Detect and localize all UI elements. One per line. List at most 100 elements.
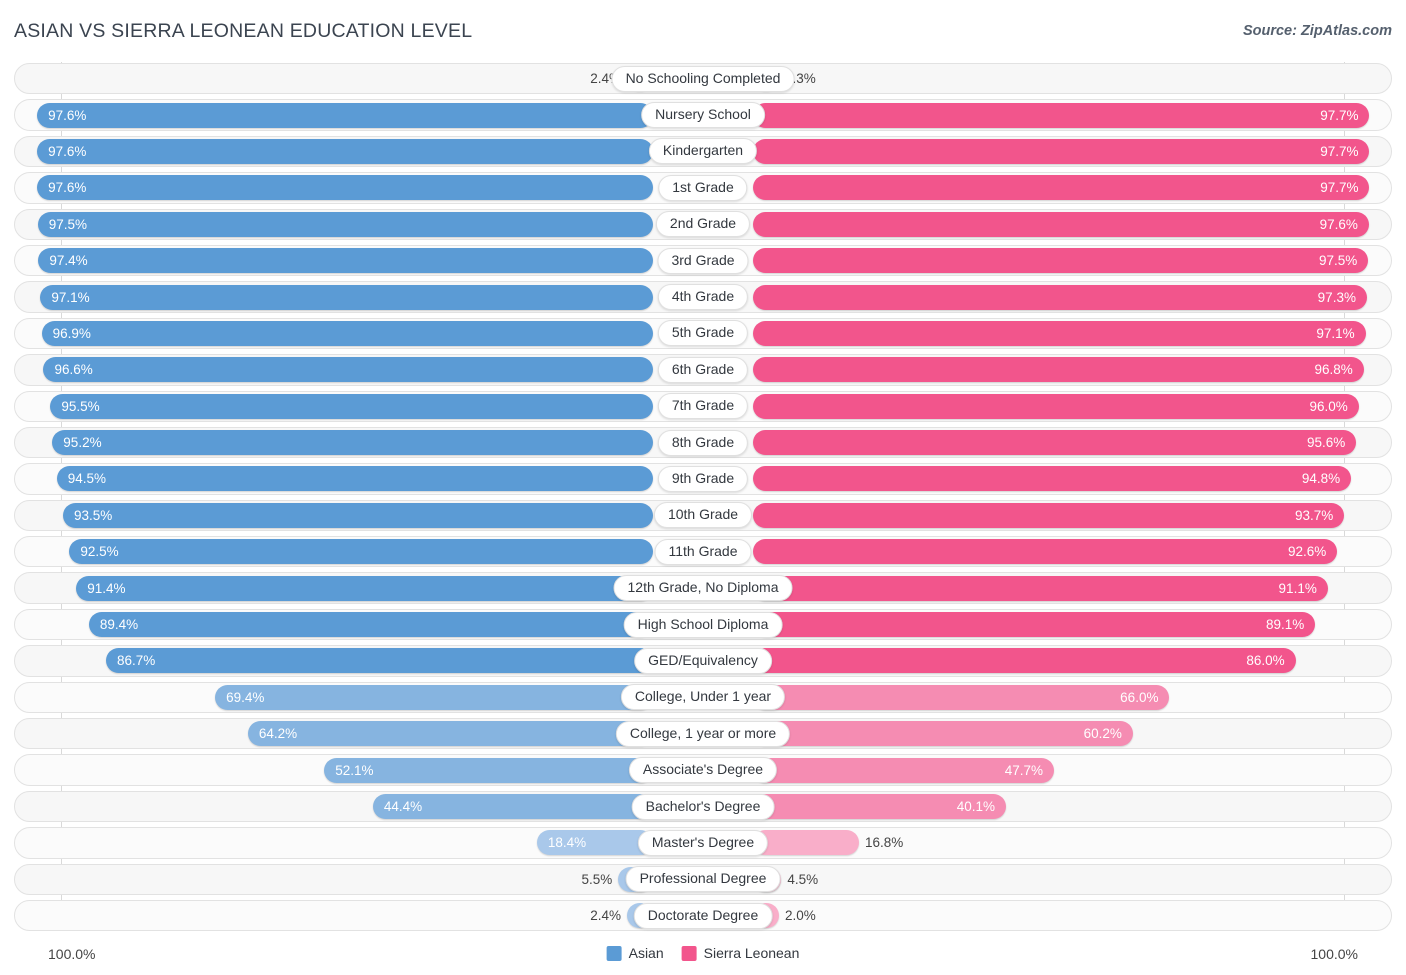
asian-bar[interactable]: 96.9% [41,320,653,346]
sierra-leonean-bar[interactable]: 47.7% [753,757,1054,783]
asian-half: 2.4%2.4% [14,899,703,932]
category-label: College, 1 year or more [615,720,791,747]
category-label: High School Diploma [623,611,783,638]
sierra-leonean-bar[interactable]: 92.6% [753,539,1338,565]
sierra-leonean-bar[interactable]: 94.8% [753,466,1352,492]
sierra-leonean-half: 89.1%89.1% [703,608,1392,641]
asian-bar[interactable]: 97.1% [40,284,653,310]
sierra-leonean-half: 97.7%97.7% [703,171,1392,204]
table-row: 91.4%91.4%91.1%91.1%12th Grade, No Diplo… [14,571,1392,604]
sierra-leonean-half: 92.6%92.6% [703,535,1392,568]
asian-bar[interactable]: 64.2% [247,721,653,747]
sierra-leonean-value-inside: 94.8% [1301,471,1341,487]
sierra-leonean-half: 97.7%97.7% [703,135,1392,168]
asian-half: 97.1%97.1% [14,280,703,313]
category-label: GED/Equivalency [634,647,772,674]
asian-bar[interactable]: 92.5% [69,539,653,565]
sierra-leonean-half: 95.6%95.6% [703,426,1392,459]
asian-bar[interactable]: 97.6% [37,175,653,201]
sierra-leonean-bar[interactable]: 97.5% [753,248,1369,274]
asian-bar[interactable]: 95.5% [50,393,653,419]
category-label: 11th Grade [654,538,752,565]
legend-label: Asian [628,945,664,961]
asian-bar[interactable]: 89.4% [88,612,653,638]
asian-bar[interactable]: 97.5% [37,211,653,237]
asian-value-inside: 91.4% [87,580,126,596]
category-label: Doctorate Degree [633,902,773,929]
asian-value-inside: 97.6% [48,180,87,196]
sierra-leonean-value-inside: 47.7% [1004,762,1043,778]
category-label: 1st Grade [658,174,748,201]
category-label: No Schooling Completed [611,65,795,92]
table-row: 69.4%69.4%66.0%66.0%College, Under 1 yea… [14,681,1392,714]
chart-legend: Asian Sierra Leonean [606,945,799,961]
table-row: 86.7%86.7%86.0%86.0%GED/Equivalency [14,644,1392,677]
sierra-leonean-bar[interactable]: 40.1% [753,794,1007,819]
sierra-leonean-bar[interactable]: 93.7% [753,502,1345,528]
asian-bar[interactable]: 52.1% [324,757,653,783]
asian-half: 96.6%96.6% [14,353,703,386]
table-row: 96.6%96.6%96.8%96.8%6th Grade [14,353,1392,386]
source-attribution: Source: ZipAtlas.com [1242,23,1392,39]
sierra-leonean-bar[interactable]: 86.0% [753,648,1296,674]
sierra-leonean-bar[interactable]: 91.1% [753,575,1328,601]
asian-bar[interactable]: 91.4% [76,575,653,601]
sierra-leonean-bar[interactable]: 66.0% [753,684,1170,710]
sierra-leonean-bar[interactable]: 95.6% [753,430,1357,456]
asian-bar[interactable]: 94.5% [56,466,653,492]
sierra-leonean-bar[interactable]: 97.3% [753,284,1367,310]
sierra-leonean-half: 91.1%91.1% [703,571,1392,604]
sierra-leonean-half: 97.3%97.3% [703,280,1392,313]
asian-half: 97.6%97.6% [14,98,703,131]
asian-value-inside: 92.5% [80,544,119,560]
asian-value-inside: 97.5% [48,216,88,232]
sierra-leonean-bar[interactable]: 97.7% [753,138,1370,164]
asian-value-inside: 97.4% [49,253,88,269]
sierra-leonean-bar[interactable]: 89.1% [753,612,1316,638]
chart-page: ASIAN VS SIERRA LEONEAN EDUCATION LEVEL … [0,0,1406,975]
sierra-leonean-bar[interactable]: 96.0% [753,393,1359,419]
asian-bar[interactable]: 95.2% [52,430,653,456]
table-row: 97.6%97.6%97.7%97.7%Nursery School [14,98,1392,131]
sierra-leonean-bar[interactable]: 97.6% [753,211,1369,237]
sierra-leonean-value-inside: 66.0% [1120,689,1159,705]
asian-value-inside: 64.2% [258,726,298,742]
asian-bar[interactable]: 93.5% [63,502,653,528]
table-row: 2.4%2.4%2.3%2.3%No Schooling Completed [14,62,1392,95]
sierra-leonean-value-inside: 89.1% [1265,617,1305,633]
sierra-leonean-half: 40.1%40.1% [703,790,1392,823]
asian-bar[interactable]: 86.7% [105,648,653,674]
table-row: 97.5%97.5%97.6%97.6%2nd Grade [14,208,1392,241]
axis-label-right: 100.0% [1310,946,1358,962]
asian-half: 91.4%91.4% [14,571,703,604]
sierra-leonean-value-inside: 97.1% [1316,325,1355,341]
sierra-leonean-value-inside: 97.6% [1319,216,1358,232]
table-row: 64.2%64.2%60.2%60.2%College, 1 year or m… [14,717,1392,750]
asian-value-inside: 96.9% [52,325,91,341]
sierra-leonean-bar[interactable]: 97.7% [753,102,1370,128]
legend-item-sierra-leonean[interactable]: Sierra Leonean [681,945,799,961]
legend-item-asian[interactable]: Asian [606,945,664,961]
asian-value-inside: 69.4% [226,689,265,705]
sierra-leonean-bar[interactable]: 97.7% [753,175,1370,201]
category-label: 9th Grade [657,465,749,492]
asian-bar[interactable]: 97.6% [37,138,653,164]
sierra-leonean-bar[interactable]: 16.8% [753,830,859,856]
sierra-leonean-bar[interactable]: 96.8% [753,357,1364,383]
asian-bar[interactable]: 96.6% [43,357,653,383]
asian-bar[interactable]: 18.4% [536,830,653,856]
sierra-leonean-value-inside: 97.7% [1320,180,1359,196]
legend-swatch-icon [681,945,697,961]
category-label: 8th Grade [657,429,749,456]
asian-half: 95.5%95.5% [14,390,703,423]
sierra-leonean-bar[interactable]: 60.2% [753,721,1133,747]
asian-bar[interactable]: 44.4% [372,794,653,819]
asian-bar[interactable]: 97.6% [37,102,653,128]
asian-bar[interactable]: 97.4% [38,248,653,274]
asian-bar[interactable]: 69.4% [215,684,653,710]
sierra-leonean-value-inside: 86.0% [1246,653,1285,669]
sierra-leonean-bar[interactable]: 97.1% [753,320,1366,346]
category-label: Associate's Degree [628,757,778,784]
asian-half: 97.6%97.6% [14,171,703,204]
category-label: 2nd Grade [655,211,751,238]
